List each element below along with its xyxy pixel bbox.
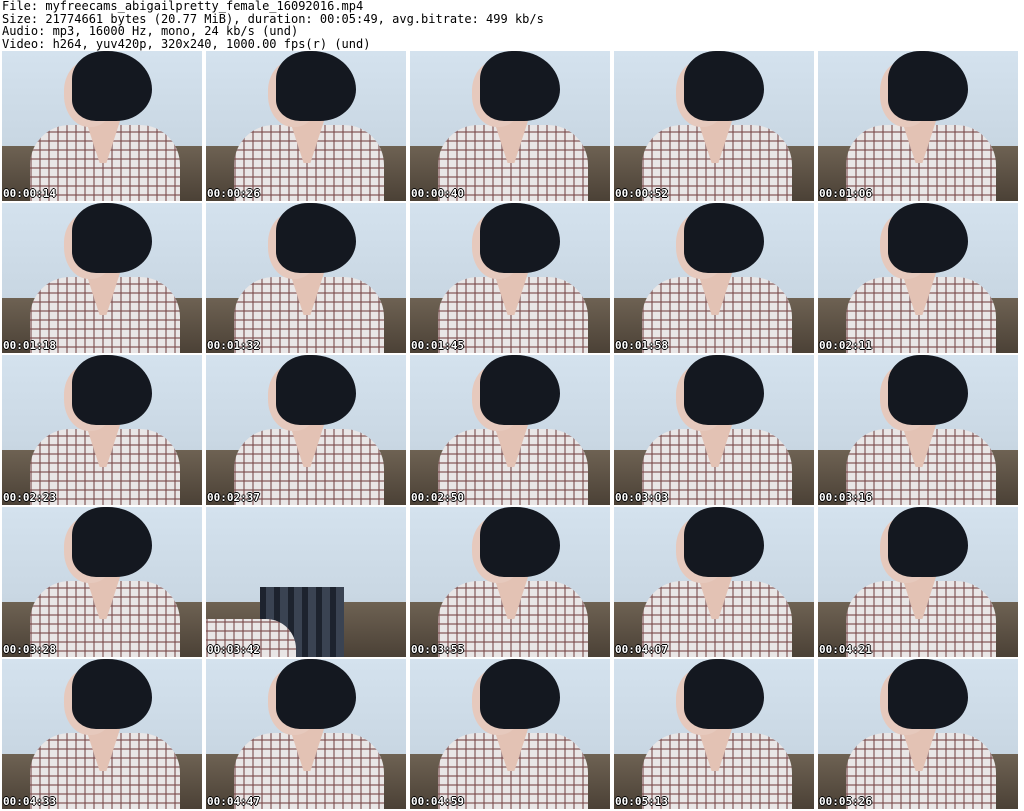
video-thumbnail: 00:02:11 bbox=[818, 203, 1018, 353]
thumbnail-timestamp: 00:01:45 bbox=[411, 339, 464, 352]
video-thumbnail: 00:00:26 bbox=[206, 51, 406, 201]
thumbnail-timestamp: 00:05:26 bbox=[819, 795, 872, 808]
thumbnail-timestamp: 00:00:14 bbox=[3, 187, 56, 200]
video-thumbnail: 00:05:26 bbox=[818, 659, 1018, 809]
thumbnail-timestamp: 00:02:23 bbox=[3, 491, 56, 504]
video-thumbnail: 00:03:16 bbox=[818, 355, 1018, 505]
thumbnail-timestamp: 00:00:40 bbox=[411, 187, 464, 200]
video-thumbnail: 00:01:18 bbox=[2, 203, 202, 353]
video-thumbnail: 00:00:52 bbox=[614, 51, 814, 201]
thumbnail-timestamp: 00:01:18 bbox=[3, 339, 56, 352]
video-info-line: Video: h264, yuv420p, 320x240, 1000.00 f… bbox=[2, 36, 371, 51]
video-thumbnail: 00:00:14 bbox=[2, 51, 202, 201]
thumbnail-timestamp: 00:05:13 bbox=[615, 795, 668, 808]
video-thumbnail: 00:03:42 bbox=[206, 507, 406, 657]
thumbnail-timestamp: 00:01:32 bbox=[207, 339, 260, 352]
thumbnail-timestamp: 00:00:26 bbox=[207, 187, 260, 200]
video-thumbnail: 00:04:33 bbox=[2, 659, 202, 809]
video-thumbnail: 00:05:13 bbox=[614, 659, 814, 809]
video-thumbnail: 00:01:45 bbox=[410, 203, 610, 353]
thumbnail-timestamp: 00:02:11 bbox=[819, 339, 872, 352]
video-thumbnail: 00:04:21 bbox=[818, 507, 1018, 657]
video-thumbnail: 00:02:23 bbox=[2, 355, 202, 505]
thumbnail-timestamp: 00:03:55 bbox=[411, 643, 464, 656]
video-thumbnail: 00:03:28 bbox=[2, 507, 202, 657]
thumbnail-timestamp: 00:03:28 bbox=[3, 643, 56, 656]
thumbnail-timestamp: 00:04:47 bbox=[207, 795, 260, 808]
audio-info-line: Audio: mp3, 16000 Hz, mono, 24 kb/s (und… bbox=[2, 24, 299, 38]
thumbnail-timestamp: 00:04:21 bbox=[819, 643, 872, 656]
thumbnail-timestamp: 00:01:06 bbox=[819, 187, 872, 200]
video-thumbnail: 00:02:37 bbox=[206, 355, 406, 505]
thumbnail-timestamp: 00:03:03 bbox=[615, 491, 668, 504]
thumbnail-timestamp: 00:04:59 bbox=[411, 795, 464, 808]
video-info-header: File: myfreecams_abigailpretty_female_16… bbox=[2, 0, 1022, 50]
thumbnail-timestamp: 00:03:16 bbox=[819, 491, 872, 504]
video-thumbnail: 00:01:32 bbox=[206, 203, 406, 353]
video-thumbnail: 00:01:58 bbox=[614, 203, 814, 353]
video-thumbnail: 00:04:59 bbox=[410, 659, 610, 809]
video-thumbnail: 00:02:50 bbox=[410, 355, 610, 505]
video-thumbnail: 00:03:03 bbox=[614, 355, 814, 505]
video-thumbnail: 00:04:47 bbox=[206, 659, 406, 809]
thumbnail-grid: 00:00:14 00:00:26 00:00:40 00:00:52 00:01:06… bbox=[2, 51, 1022, 811]
thumbnail-timestamp: 00:01:58 bbox=[615, 339, 668, 352]
thumbnail-timestamp: 00:03:42 bbox=[207, 643, 260, 656]
video-thumbnail: 00:04:07 bbox=[614, 507, 814, 657]
file-name-line: File: myfreecams_abigailpretty_female_16… bbox=[2, 0, 364, 13]
thumbnail-timestamp: 00:00:52 bbox=[615, 187, 668, 200]
thumbnail-timestamp: 00:02:37 bbox=[207, 491, 260, 504]
thumbnail-timestamp: 00:04:33 bbox=[3, 795, 56, 808]
thumbnail-timestamp: 00:02:50 bbox=[411, 491, 464, 504]
thumbnail-timestamp: 00:04:07 bbox=[615, 643, 668, 656]
video-thumbnail: 00:00:40 bbox=[410, 51, 610, 201]
video-thumbnail: 00:01:06 bbox=[818, 51, 1018, 201]
video-thumbnail: 00:03:55 bbox=[410, 507, 610, 657]
